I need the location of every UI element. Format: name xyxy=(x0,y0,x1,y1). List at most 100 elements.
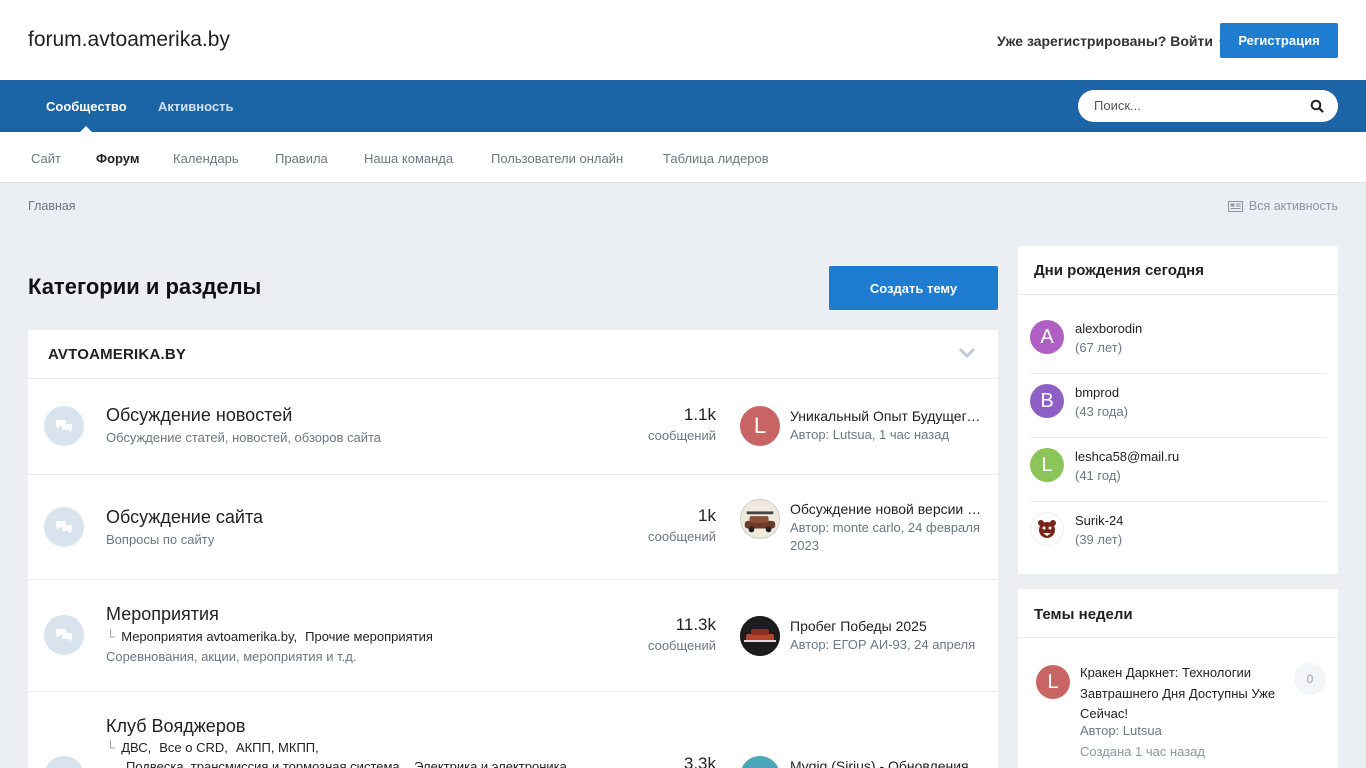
subnav-rules[interactable]: Правила xyxy=(275,151,328,166)
birthday-item: L leshca58@mail.ru (41 год) xyxy=(1030,438,1326,502)
register-button[interactable]: Регистрация xyxy=(1220,23,1338,58)
subnav-forum[interactable]: Форум xyxy=(96,151,139,166)
subnav-team[interactable]: Наша команда xyxy=(364,151,453,166)
subforum-list: └ ДВС, Все о CRD, АКПП, МКПП, xyxy=(106,740,327,755)
post-count: 3.3k xyxy=(683,754,716,768)
site-title[interactable]: forum.avtoamerika.by xyxy=(28,28,230,52)
chat-bubbles-icon xyxy=(44,756,84,768)
search-box xyxy=(1078,90,1338,122)
bear-face-icon xyxy=(1038,520,1056,538)
subforum-link[interactable]: ДВС, xyxy=(121,740,151,755)
birthday-username[interactable]: Surik-24 xyxy=(1075,513,1123,528)
birthdays-title: Дни рождения сегодня xyxy=(1034,262,1204,279)
forum-description: Соревнования, акции, мероприятия и т.д. xyxy=(106,649,357,664)
last-post-meta: Автор: ЕГОР АИ-93, 24 апреля xyxy=(790,637,976,652)
forum-row[interactable]: Мероприятия └ Мероприятия avtoamerika.by,… xyxy=(28,580,998,692)
chat-bubbles-icon xyxy=(44,507,84,547)
signin-label: Уже зарегистрированы? Войти xyxy=(997,33,1213,49)
subnav-calendar[interactable]: Календарь xyxy=(173,151,239,166)
avatar[interactable]: L xyxy=(1036,665,1070,699)
subnav-leaderboard[interactable]: Таблица лидеров xyxy=(663,151,769,166)
subforum-link[interactable]: Мероприятия avtoamerika.by, xyxy=(121,629,297,644)
birthday-username[interactable]: alexborodin xyxy=(1075,321,1142,336)
post-count-label: сообщений xyxy=(647,638,716,653)
topic-created: Создана 1 час назад xyxy=(1080,744,1205,759)
avatar[interactable]: A xyxy=(1030,320,1064,354)
birthday-age: (39 лет) xyxy=(1075,532,1123,547)
forum-title[interactable]: Клуб Вояджеров xyxy=(106,716,245,737)
category-box: AVTOAMERIKA.BY Обсуждение новостей Обсуж… xyxy=(28,330,998,768)
birthday-item: Surik-24 (39 лет) xyxy=(1030,502,1326,566)
breadcrumb[interactable]: Главная xyxy=(28,199,76,213)
divider xyxy=(1018,637,1338,638)
avatar[interactable]: L xyxy=(740,406,780,446)
birthday-username[interactable]: leshca58@mail.ru xyxy=(1075,449,1179,464)
category-header: AVTOAMERIKA.BY xyxy=(28,330,998,379)
all-activity-link[interactable]: Вся активность xyxy=(1227,199,1338,213)
forum-row[interactable]: Обсуждение сайта Вопросы по сайту 1k соо… xyxy=(28,475,998,580)
birthdays-widget: Дни рождения сегодня A alexborodin (67 л… xyxy=(1018,246,1338,574)
forum-description: Вопросы по сайту xyxy=(106,532,215,547)
birthday-username[interactable]: bmprod xyxy=(1075,385,1119,400)
search-icon[interactable] xyxy=(1310,99,1324,113)
topic-author[interactable]: Автор: Lutsua xyxy=(1080,723,1162,738)
category-title[interactable]: AVTOAMERIKA.BY xyxy=(48,346,186,363)
signin-link[interactable]: Уже зарегистрированы? Войти xyxy=(997,33,1229,49)
post-count: 11.3k xyxy=(675,615,716,634)
tab-activity[interactable]: Активность xyxy=(158,99,233,114)
last-post-title[interactable]: Уникальный Опыт Будущего: Сервис Даркнет… xyxy=(790,408,986,424)
forum-title[interactable]: Обсуждение новостей xyxy=(106,405,292,426)
birthday-age: (41 год) xyxy=(1075,468,1121,483)
divider xyxy=(1018,294,1338,295)
last-post-title[interactable]: Пробег Победы 2025 xyxy=(790,618,986,634)
newspaper-icon xyxy=(1227,200,1243,212)
subforum-list: └ Мероприятия avtoamerika.by, Прочие мероп… xyxy=(106,629,441,644)
forum-row[interactable]: Обсуждение новостей Обсуждение статей, н… xyxy=(28,379,998,475)
subforum-list-2[interactable]: Подвеска, трансмиссия и тормозная систем… xyxy=(126,759,567,768)
subforum-branch-icon: └ xyxy=(106,629,116,644)
subnav-site[interactable]: Сайт xyxy=(31,151,61,166)
subforum-link[interactable]: Прочие мероприятия xyxy=(305,629,433,644)
sub-nav: Сайт Форум Календарь Правила Наша команд… xyxy=(0,132,1366,183)
chevron-down-icon[interactable] xyxy=(958,347,976,359)
site-logo-avatar-icon xyxy=(741,500,779,538)
subforum-branch-icon: └ xyxy=(106,740,116,755)
subforum-link[interactable]: АКПП, МКПП, xyxy=(236,740,319,755)
reply-count: 0 xyxy=(1294,663,1326,695)
birthday-item: A alexborodin (67 лет) xyxy=(1030,310,1326,374)
birthday-age: (43 года) xyxy=(1075,404,1128,419)
subforum-link[interactable]: Все о CRD, xyxy=(159,740,228,755)
create-topic-button[interactable]: Создать тему xyxy=(829,266,998,310)
site-header: forum.avtoamerika.by Уже зарегистрирован… xyxy=(0,0,1366,80)
forum-title[interactable]: Обсуждение сайта xyxy=(106,507,263,528)
all-activity-label: Вся активность xyxy=(1248,199,1338,213)
chat-bubbles-icon xyxy=(44,615,84,655)
avatar[interactable] xyxy=(740,499,780,539)
birthday-item: B bmprod (43 года) xyxy=(1030,374,1326,438)
page-title: Категории и разделы xyxy=(28,274,262,299)
avatar[interactable]: B xyxy=(1030,384,1064,418)
post-count-label: сообщений xyxy=(647,529,716,544)
last-post-title[interactable]: Обсуждение новой версии сайта xyxy=(790,501,986,517)
post-count: 1k xyxy=(698,506,716,525)
last-post-title[interactable]: Mygig (Sirius) - Обновления xyxy=(790,758,986,768)
tab-community[interactable]: Сообщество xyxy=(46,99,127,133)
topic-title[interactable]: Кракен Даркнет: Технологии Завтрашнего Д… xyxy=(1080,663,1280,725)
avatar[interactable] xyxy=(740,756,780,768)
avatar[interactable]: L xyxy=(1030,448,1064,482)
birthday-age: (67 лет) xyxy=(1075,340,1123,355)
last-post-meta: Автор: monte carlo, 24 февраля 2023 xyxy=(790,520,980,553)
topics-week-widget: Темы недели L Кракен Даркнет: Технологии… xyxy=(1018,589,1338,768)
post-count: 1.1k xyxy=(683,405,716,424)
post-count-label: сообщений xyxy=(647,428,716,443)
car-photo-avatar-icon xyxy=(740,616,780,656)
last-post-meta: Автор: Lutsua, 1 час назад xyxy=(790,427,950,442)
subnav-online-users[interactable]: Пользователи онлайн xyxy=(491,151,623,166)
forum-title[interactable]: Мероприятия xyxy=(106,604,219,625)
search-input[interactable] xyxy=(1094,98,1294,113)
avatar[interactable] xyxy=(1030,512,1064,546)
forum-row[interactable]: Клуб Вояджеров └ ДВС, Все о CRD, АКПП, МКПП… xyxy=(28,692,998,768)
topics-week-title: Темы недели xyxy=(1034,606,1133,623)
avatar[interactable] xyxy=(740,616,780,656)
chat-bubbles-icon xyxy=(44,406,84,446)
